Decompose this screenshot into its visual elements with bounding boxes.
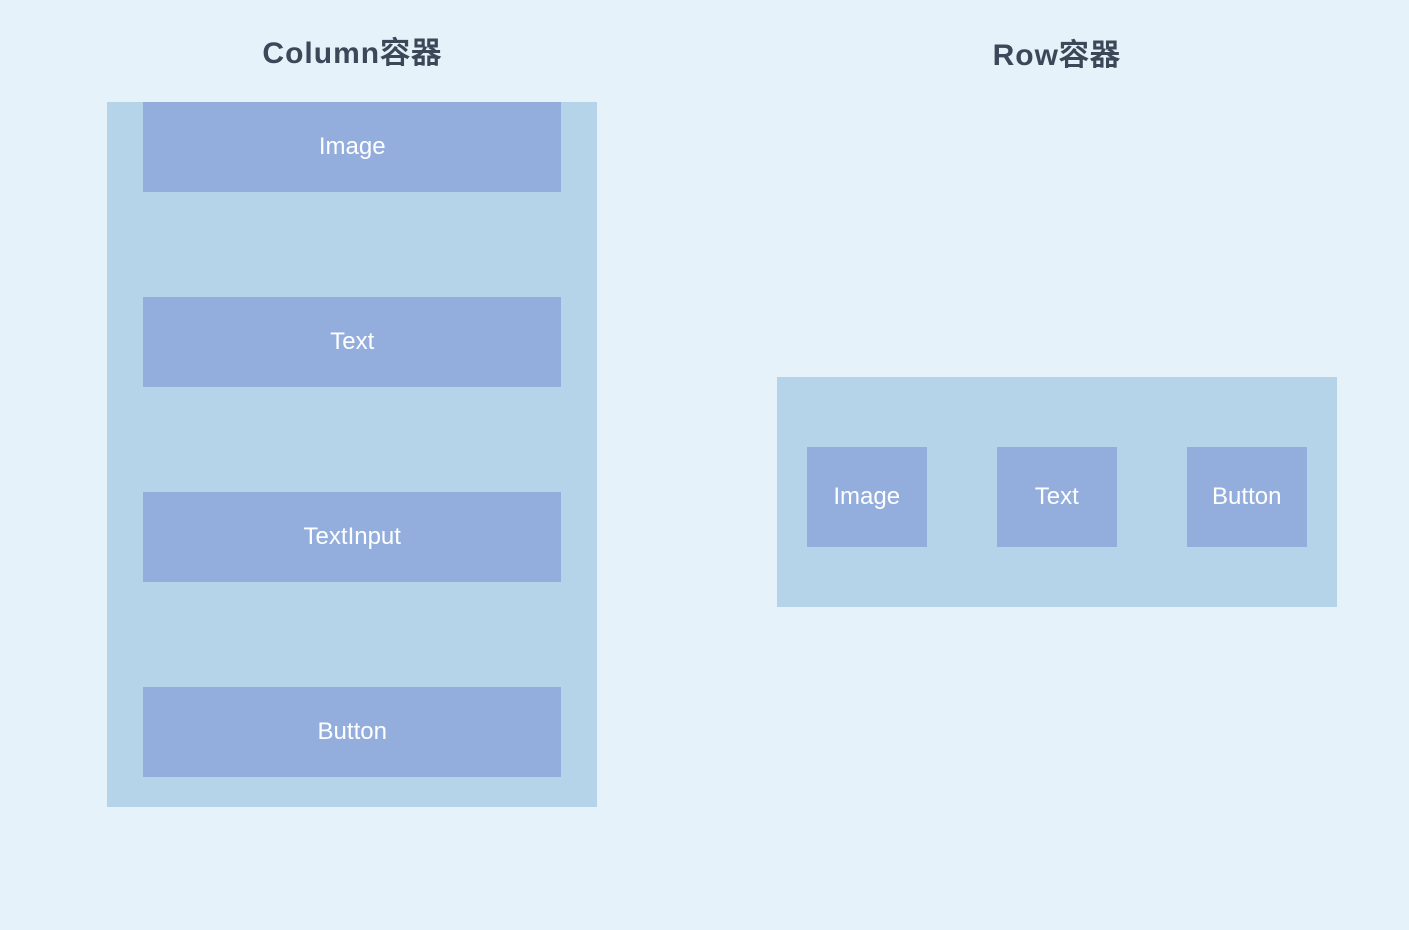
column-item-label: Image	[319, 133, 386, 161]
column-title: Column容器	[262, 28, 442, 72]
column-item-label: TextInput	[304, 523, 401, 551]
column-item-button: Button	[143, 687, 561, 777]
column-item-label: Button	[318, 718, 387, 746]
row-item-label: Button	[1212, 483, 1281, 511]
row-item-label: Text	[1035, 483, 1079, 511]
column-item-text: Text	[143, 297, 561, 387]
row-wrapper: Image Text Button	[705, 54, 1409, 930]
column-container: Image Text TextInput Button	[107, 102, 597, 807]
column-item-textinput: TextInput	[143, 492, 561, 582]
row-section: Row容器 Image Text Button	[705, 0, 1409, 930]
row-item-label: Image	[833, 483, 900, 511]
page-container: Column容器 Image Text TextInput Button Row…	[0, 0, 1409, 930]
column-section: Column容器 Image Text TextInput Button	[0, 0, 705, 930]
row-item-image: Image	[807, 447, 927, 547]
column-item-label: Text	[330, 328, 374, 356]
row-item-text: Text	[997, 447, 1117, 547]
column-item-image: Image	[143, 102, 561, 192]
row-item-button: Button	[1187, 447, 1307, 547]
row-container: Image Text Button	[777, 377, 1337, 607]
